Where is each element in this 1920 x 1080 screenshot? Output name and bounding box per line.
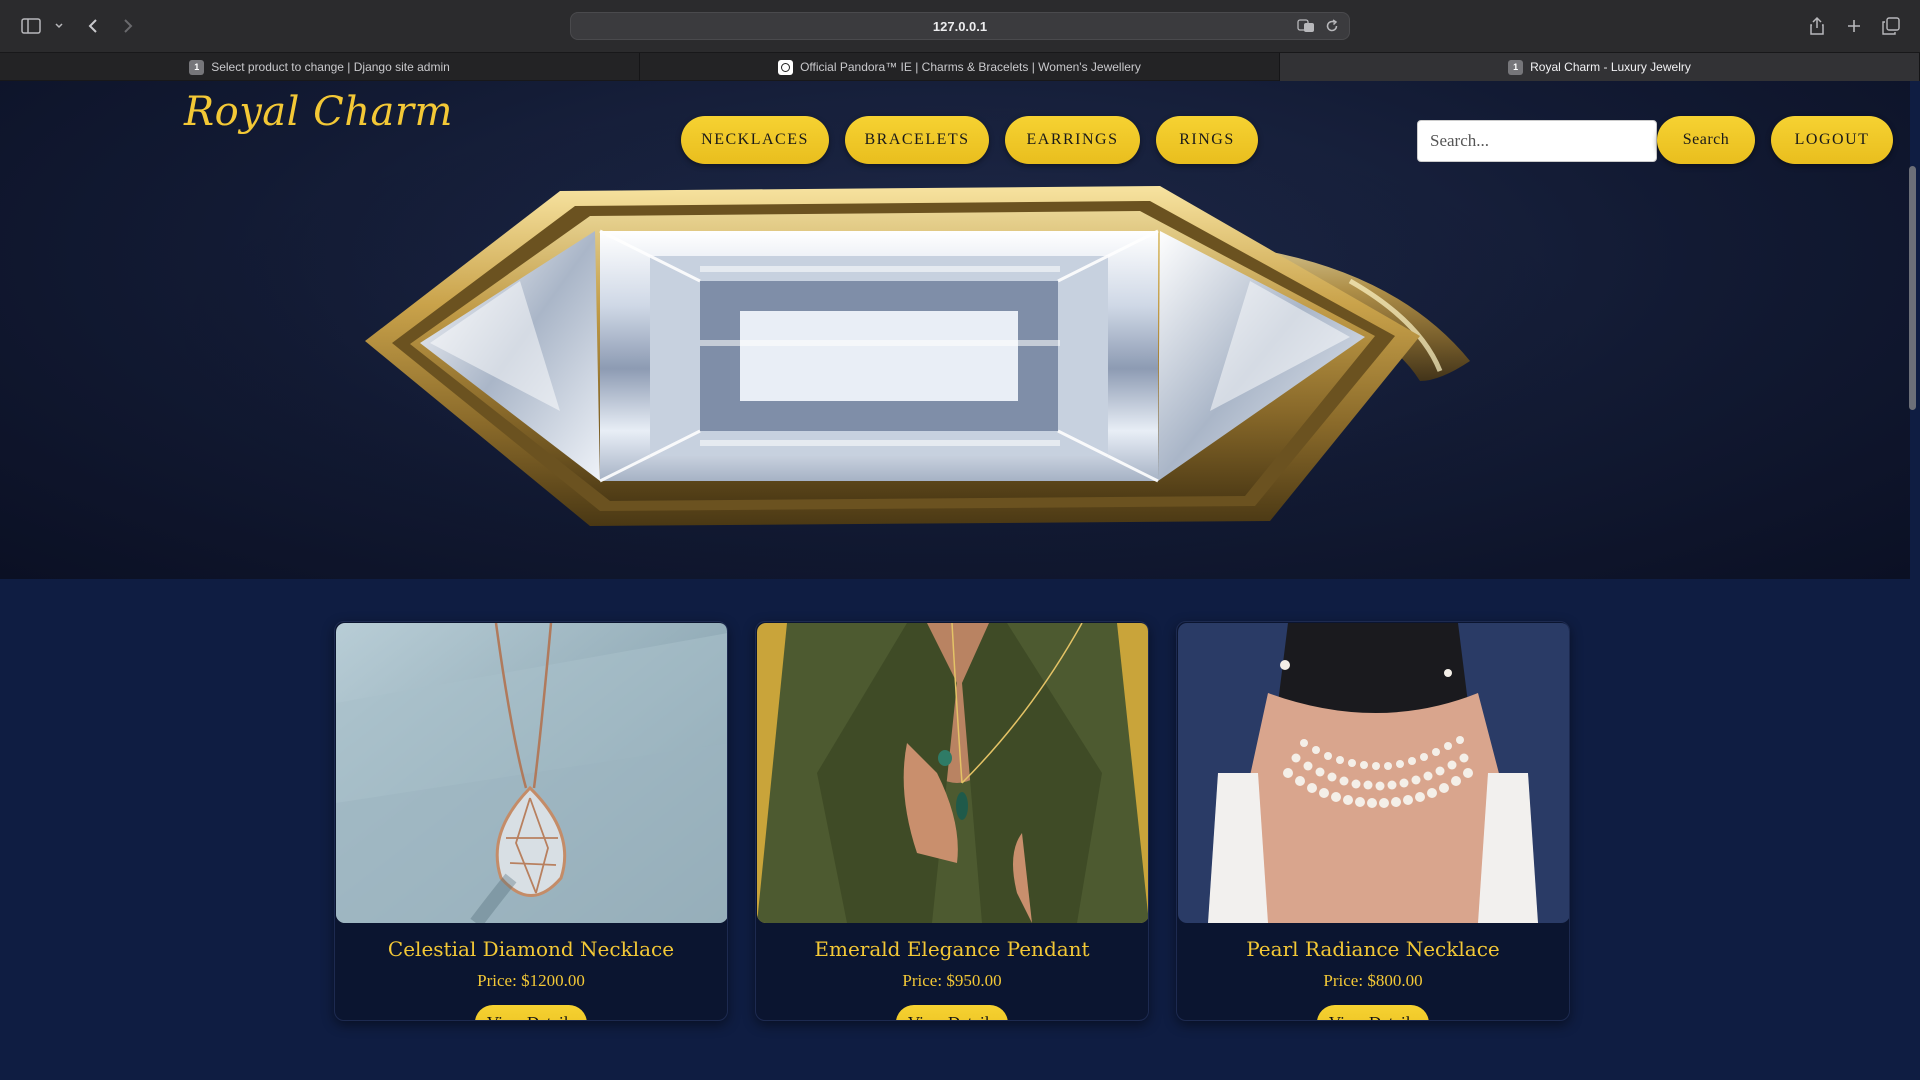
- product-image-diamond-necklace[interactable]: [336, 623, 727, 923]
- address-bar[interactable]: 127.0.0.1: [570, 12, 1350, 40]
- nav-rings[interactable]: RINGS: [1156, 116, 1258, 164]
- new-tab-icon[interactable]: [1843, 12, 1865, 40]
- tab-title: Royal Charm - Luxury Jewelry: [1530, 60, 1691, 74]
- product-name: Pearl Radiance Necklace: [1246, 937, 1500, 961]
- chevron-down-icon[interactable]: [52, 12, 66, 40]
- product-card: Celestial Diamond Necklace Price: $1200.…: [334, 621, 728, 1021]
- tab-royal-charm[interactable]: 1 Royal Charm - Luxury Jewelry: [1280, 53, 1920, 81]
- search-button[interactable]: Search: [1657, 116, 1755, 164]
- main-nav: NECKLACES BRACELETS EARRINGS RINGS: [681, 116, 1258, 164]
- product-price: Price: $800.00: [1323, 971, 1423, 990]
- nav-bracelets[interactable]: BRACELETS: [845, 116, 989, 164]
- back-arrow-icon[interactable]: [82, 12, 104, 40]
- brand-logo[interactable]: Royal Charm: [184, 89, 453, 135]
- browser-toolbar: 127.0.0.1: [0, 0, 1920, 52]
- nav-earrings[interactable]: EARRINGS: [1005, 116, 1140, 164]
- search-form: [1417, 120, 1657, 162]
- sidebar-toggle-icon[interactable]: [18, 12, 44, 40]
- view-details-button[interactable]: View Details: [474, 1005, 588, 1020]
- tab-pandora[interactable]: Official Pandora™ IE | Charms & Bracelet…: [640, 53, 1280, 81]
- tab-strip: 1 Select product to change | Django site…: [0, 52, 1920, 81]
- product-price: Price: $950.00: [902, 971, 1002, 990]
- share-icon[interactable]: [1806, 12, 1828, 40]
- tab-favicon: 1: [1508, 59, 1524, 75]
- product-card: Pearl Radiance Necklace Price: $800.00 V…: [1176, 621, 1570, 1021]
- pandora-favicon-icon: [778, 59, 794, 75]
- product-image-pearl-necklace[interactable]: [1178, 623, 1569, 923]
- address-url: 127.0.0.1: [932, 19, 988, 34]
- tab-django-admin[interactable]: 1 Select product to change | Django site…: [0, 53, 640, 81]
- product-card: Emerald Elegance Pendant Price: $950.00 …: [755, 621, 1149, 1021]
- nav-necklaces[interactable]: NECKLACES: [681, 116, 829, 164]
- page-viewport: Royal Charm NECKLACES BRACELETS EARRINGS…: [0, 81, 1920, 1080]
- product-name: Celestial Diamond Necklace: [387, 937, 675, 961]
- tab-favicon: 1: [189, 59, 205, 75]
- forward-arrow-icon[interactable]: [117, 12, 139, 40]
- view-details-button[interactable]: View Details: [1316, 1005, 1430, 1020]
- translate-icon[interactable]: [1297, 19, 1315, 38]
- reload-icon[interactable]: [1325, 19, 1339, 38]
- product-image-emerald-pendant[interactable]: [757, 623, 1148, 923]
- view-details-button[interactable]: View Details: [895, 1005, 1009, 1020]
- page-scrollbar[interactable]: [1909, 166, 1916, 410]
- hero-banner: Royal Charm NECKLACES BRACELETS EARRINGS…: [0, 81, 1910, 579]
- product-name: Emerald Elegance Pendant: [814, 937, 1090, 961]
- logout-button[interactable]: LOGOUT: [1771, 116, 1893, 164]
- search-input[interactable]: [1417, 120, 1657, 162]
- tab-title: Select product to change | Django site a…: [211, 60, 450, 74]
- tab-overview-icon[interactable]: [1880, 12, 1902, 40]
- tab-title: Official Pandora™ IE | Charms & Bracelet…: [800, 60, 1141, 74]
- product-price: Price: $1200.00: [477, 971, 585, 990]
- product-grid: Celestial Diamond Necklace Price: $1200.…: [334, 621, 1570, 1021]
